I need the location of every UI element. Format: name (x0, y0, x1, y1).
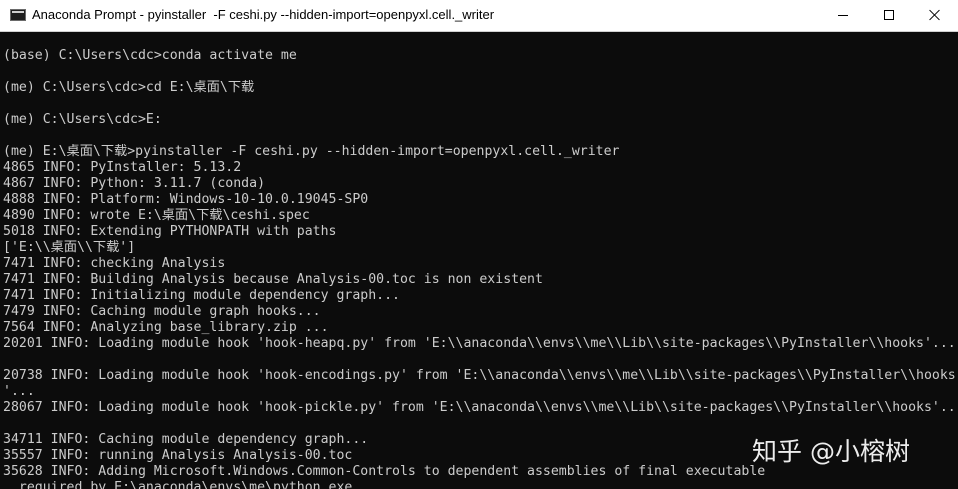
console-line: 7471 INFO: Building Analysis because Ana… (3, 272, 543, 287)
console-line: (me) E:\桌面\下载>pyinstaller -F ceshi.py --… (3, 144, 620, 159)
console-line: 7479 INFO: Caching module graph hooks... (3, 304, 321, 319)
console-line: ['E:\\桌面\\下载'] (3, 240, 136, 255)
console-line: 7471 INFO: checking Analysis (3, 256, 226, 271)
terminal-window: Anaconda Prompt - pyinstaller -F ceshi.p… (0, 0, 958, 489)
console-line: 28067 INFO: Loading module hook 'hook-pi… (3, 400, 958, 415)
console-line: 20738 INFO: Loading module hook 'hook-en… (3, 368, 956, 383)
console-line: 20201 INFO: Loading module hook 'hook-he… (3, 336, 956, 351)
console-icon (10, 9, 26, 21)
window-title: Anaconda Prompt - pyinstaller -F ceshi.p… (32, 7, 495, 22)
console-line: (base) C:\Users\cdc>conda activate me (3, 48, 297, 63)
console-line: 4888 INFO: Platform: Windows-10-10.0.190… (3, 192, 369, 207)
console-line: 7564 INFO: Analyzing base_library.zip ..… (3, 320, 329, 335)
minimize-icon (838, 15, 848, 16)
console-line: (me) C:\Users\cdc>E: (3, 112, 162, 127)
console-line: required by E:\anaconda\envs\me\python.e… (3, 480, 353, 489)
maximize-button[interactable] (866, 0, 912, 31)
console-line: 4890 INFO: wrote E:\桌面\下载\ceshi.spec (3, 208, 310, 223)
close-icon (929, 9, 941, 21)
minimize-button[interactable] (820, 0, 866, 31)
console-line: '... (3, 384, 35, 399)
console-line: 4865 INFO: PyInstaller: 5.13.2 (3, 160, 242, 175)
console-line: 7471 INFO: Initializing module dependenc… (3, 288, 400, 303)
console-line: (me) C:\Users\cdc>cd E:\桌面\下载 (3, 80, 255, 95)
console-line: 5018 INFO: Extending PYTHONPATH with pat… (3, 224, 337, 239)
console-output[interactable]: (base) C:\Users\cdc>conda activate me (me… (3, 48, 958, 489)
console-line: 4867 INFO: Python: 3.11.7 (conda) (3, 176, 266, 191)
watermark: 知乎 @小榕树 (752, 437, 910, 466)
title-bar[interactable]: Anaconda Prompt - pyinstaller -F ceshi.p… (0, 0, 958, 32)
maximize-icon (884, 10, 894, 20)
close-button[interactable] (912, 0, 958, 31)
